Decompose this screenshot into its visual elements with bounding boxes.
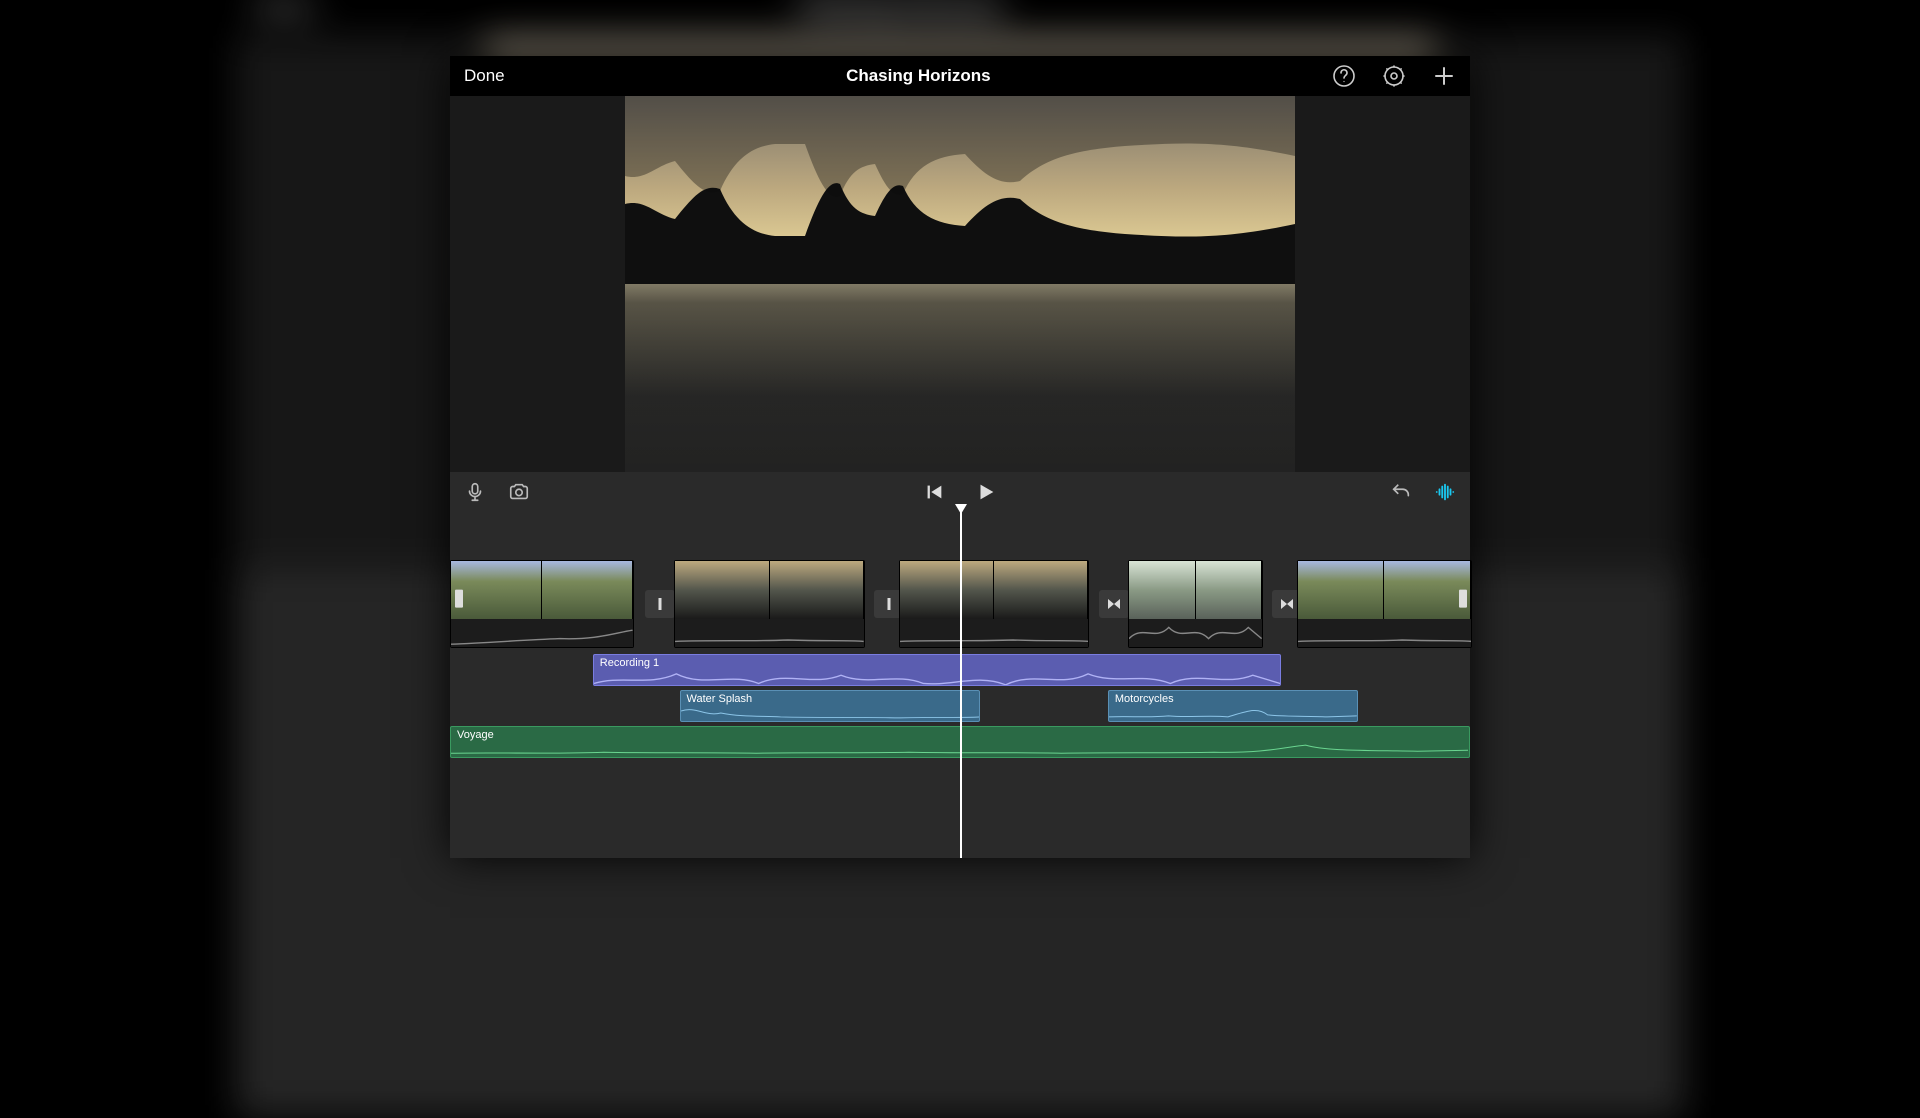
clip-left-handle[interactable] [455,590,463,608]
audio-clip-label: Recording 1 [600,657,659,669]
add-icon[interactable] [1432,64,1456,88]
audio-clip-label: Water Splash [687,693,753,705]
video-clip[interactable] [450,560,634,648]
done-button[interactable]: Done [464,66,505,86]
preview-canvas [625,96,1295,472]
clip-right-handle[interactable] [1459,590,1467,608]
timeline[interactable]: Recording 1 Water Splash Motorcycles Voy… [450,512,1470,858]
title-bar-actions [1332,64,1456,88]
camera-icon[interactable] [508,481,530,503]
microphone-icon[interactable] [464,481,486,503]
help-icon[interactable] [1332,64,1356,88]
audio-clip-recording[interactable]: Recording 1 [593,654,1282,686]
video-clip[interactable] [1297,560,1472,648]
gear-icon[interactable] [1382,64,1406,88]
preview-viewport[interactable] [450,96,1470,472]
transition-crossfade-icon[interactable] [1099,590,1129,618]
video-clip[interactable] [674,560,865,648]
waveform-icon[interactable] [1434,481,1456,503]
transition-cut-icon[interactable] [645,590,675,618]
playhead[interactable] [960,512,962,858]
video-clip[interactable] [1128,560,1263,648]
audio-clip-water-splash[interactable]: Water Splash [680,690,981,722]
video-editor-window: Done Chasing Horizons [450,56,1470,858]
undo-icon[interactable] [1390,481,1412,503]
audio-clip-motorcycles[interactable]: Motorcycles [1108,690,1358,722]
play-icon[interactable] [975,481,997,503]
skip-back-icon[interactable] [923,481,945,503]
title-bar: Done Chasing Horizons [450,56,1470,96]
audio-clip-label: Motorcycles [1115,693,1174,705]
video-clip[interactable] [899,560,1090,648]
audio-clip-label: Voyage [457,729,494,741]
project-title: Chasing Horizons [505,66,1332,86]
